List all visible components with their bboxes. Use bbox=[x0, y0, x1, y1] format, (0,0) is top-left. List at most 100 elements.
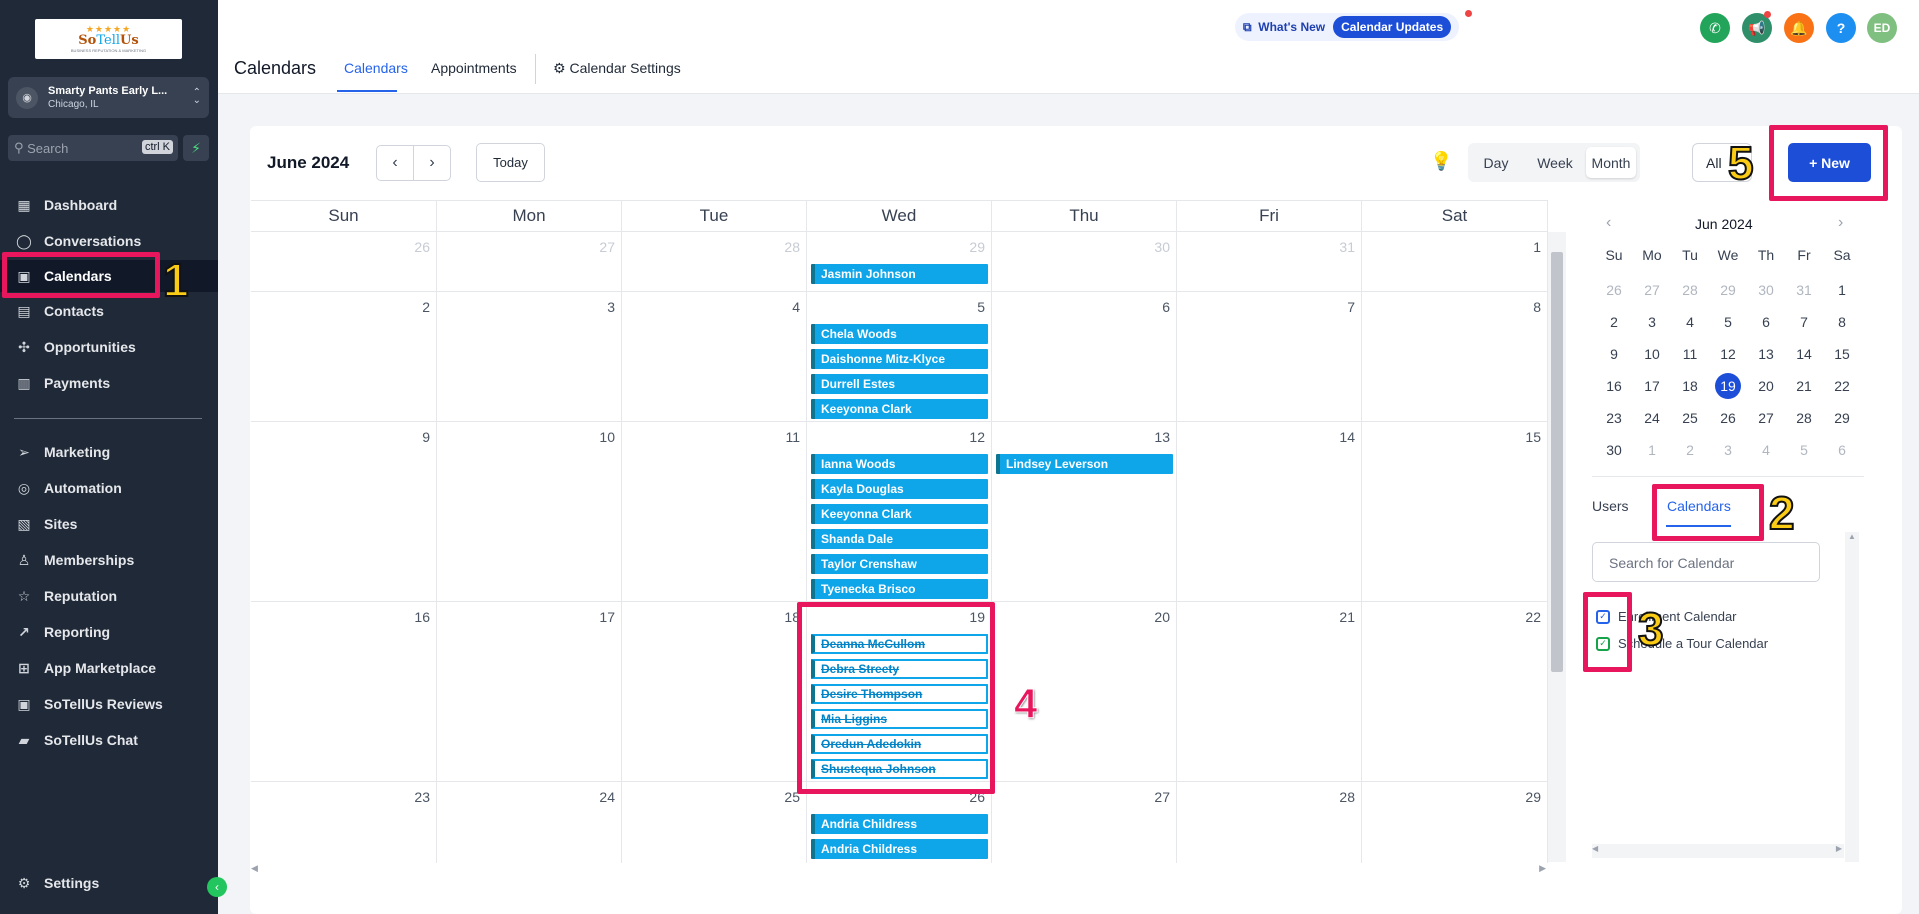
day-cell[interactable]: 31 bbox=[1177, 232, 1362, 292]
appointment-event[interactable]: Kayla Douglas bbox=[811, 479, 988, 499]
mini-day[interactable]: 1 bbox=[1827, 278, 1857, 302]
calendar-vertical-scrollbar[interactable] bbox=[1548, 232, 1566, 862]
day-cell[interactable]: 4 bbox=[622, 292, 807, 422]
appointment-event[interactable]: Keeyonna Clark bbox=[811, 504, 988, 524]
mini-day[interactable]: 31 bbox=[1789, 278, 1819, 302]
calendar-search-input[interactable]: Search for Calendar bbox=[1592, 542, 1820, 582]
sidebar-item-app-marketplace[interactable]: ⊞ App Marketplace bbox=[14, 656, 156, 680]
tab-users[interactable]: Users bbox=[1592, 498, 1629, 514]
sidebar-item-sites[interactable]: ▧ Sites bbox=[14, 512, 77, 536]
mini-day[interactable]: 4 bbox=[1751, 438, 1781, 462]
help-icon[interactable]: ? bbox=[1826, 13, 1856, 43]
mini-day[interactable]: 1 bbox=[1637, 438, 1667, 462]
mini-day[interactable]: 24 bbox=[1637, 406, 1667, 430]
sidebar-search[interactable]: ⚲ Search ctrl K bbox=[8, 135, 178, 161]
sidebar-item-payments[interactable]: ▥ Payments bbox=[14, 371, 110, 395]
collapse-sidebar-icon[interactable]: ‹ bbox=[207, 877, 227, 897]
sidebar-item-marketing[interactable]: ➢ Marketing bbox=[14, 440, 110, 464]
day-cell[interactable]: 2 bbox=[251, 292, 437, 422]
sidebar-item-reporting[interactable]: ↗ Reporting bbox=[14, 620, 110, 644]
mini-day[interactable]: 29 bbox=[1827, 406, 1857, 430]
day-cell[interactable]: 28 bbox=[622, 232, 807, 292]
mini-day[interactable]: 15 bbox=[1827, 342, 1857, 366]
mini-day[interactable]: 27 bbox=[1751, 406, 1781, 430]
mini-day[interactable]: 11 bbox=[1675, 342, 1705, 366]
mini-day[interactable]: 2 bbox=[1599, 310, 1629, 334]
bell-icon[interactable]: 🔔 bbox=[1784, 13, 1814, 43]
mini-day[interactable]: 28 bbox=[1789, 406, 1819, 430]
appointment-event[interactable]: Jasmin Johnson bbox=[811, 264, 988, 284]
tab-calendar-settings[interactable]: ⚙ Calendar Settings bbox=[553, 60, 681, 77]
mini-day[interactable]: 29 bbox=[1713, 278, 1743, 302]
day-cell[interactable]: 16 bbox=[251, 602, 437, 782]
day-cell[interactable]: 29 bbox=[1362, 782, 1548, 870]
mini-day[interactable]: 9 bbox=[1599, 342, 1629, 366]
mini-day[interactable]: 21 bbox=[1789, 374, 1819, 398]
mini-day[interactable]: 10 bbox=[1637, 342, 1667, 366]
phone-icon[interactable]: ✆ bbox=[1700, 13, 1730, 43]
day-cell[interactable]: 27 bbox=[992, 782, 1177, 870]
sidebar-item-conversations[interactable]: ◯ Conversations bbox=[14, 229, 141, 253]
mini-day[interactable]: 26 bbox=[1599, 278, 1629, 302]
appointment-event[interactable]: Keeyonna Clark bbox=[811, 399, 988, 419]
mini-prev-icon[interactable]: ‹ bbox=[1606, 214, 1611, 232]
account-switcher[interactable]: ◉ Smarty Pants Early L... Chicago, IL ⌃ ⌄ bbox=[8, 77, 209, 118]
appointment-event[interactable]: Ianna Woods bbox=[811, 454, 988, 474]
mini-day[interactable]: 18 bbox=[1675, 374, 1705, 398]
calendar-updates-badge[interactable]: Calendar Updates bbox=[1333, 16, 1452, 38]
mini-day[interactable]: 23 bbox=[1599, 406, 1629, 430]
sidebar-item-sotellus-reviews[interactable]: ▣ SoTellUs Reviews bbox=[14, 692, 162, 716]
mini-day[interactable]: 13 bbox=[1751, 342, 1781, 366]
prev-month-button[interactable]: ‹ bbox=[376, 145, 414, 181]
mini-day[interactable]: 6 bbox=[1751, 310, 1781, 334]
day-cell[interactable]: 8 bbox=[1362, 292, 1548, 422]
day-cell[interactable]: 6 bbox=[992, 292, 1177, 422]
day-cell[interactable]: 30 bbox=[992, 232, 1177, 292]
user-avatar[interactable]: ED bbox=[1867, 13, 1897, 43]
mini-day[interactable]: 3 bbox=[1713, 438, 1743, 462]
scrollbar-thumb[interactable] bbox=[1551, 252, 1563, 672]
day-cell[interactable]: 9 bbox=[251, 422, 437, 602]
sidebar-item-memberships[interactable]: ♙ Memberships bbox=[14, 548, 135, 572]
tab-appointments[interactable]: Appointments bbox=[431, 60, 517, 76]
appointment-event[interactable]: Shanda Dale bbox=[811, 529, 988, 549]
day-cell[interactable]: 3 bbox=[437, 292, 622, 422]
mini-day-selected[interactable]: 19 bbox=[1715, 373, 1741, 399]
day-cell[interactable]: 27 bbox=[437, 232, 622, 292]
mini-day[interactable]: 16 bbox=[1599, 374, 1629, 398]
panel-horizontal-scrollbar[interactable]: ◀ ▶ bbox=[1592, 844, 1844, 858]
mini-day[interactable]: 30 bbox=[1599, 438, 1629, 462]
view-day-button[interactable]: Day bbox=[1470, 147, 1522, 178]
sotellus-logo[interactable]: ★★★★★ SoTellUs BUSINESS REPUTATION & MAR… bbox=[35, 19, 182, 59]
mini-day[interactable]: 27 bbox=[1637, 278, 1667, 302]
lightbulb-icon[interactable]: 💡 bbox=[1430, 151, 1452, 172]
sidebar-item-dashboard[interactable]: ▦ Dashboard bbox=[14, 193, 117, 217]
sidebar-item-opportunities[interactable]: ✣ Opportunities bbox=[14, 335, 136, 359]
day-cell[interactable]: 28 bbox=[1177, 782, 1362, 870]
day-cell[interactable]: 18 bbox=[622, 602, 807, 782]
day-cell[interactable]: 23 bbox=[251, 782, 437, 870]
day-cell[interactable]: 13 bbox=[992, 422, 1177, 602]
day-cell[interactable]: 1 bbox=[1362, 232, 1548, 292]
day-cell[interactable]: 11 bbox=[622, 422, 807, 602]
appointment-event[interactable]: Chela Woods bbox=[811, 324, 988, 344]
mini-day[interactable]: 17 bbox=[1637, 374, 1667, 398]
panel-vertical-scrollbar[interactable]: ▲ bbox=[1845, 532, 1859, 862]
day-cell[interactable]: 21 bbox=[1177, 602, 1362, 782]
appointment-event[interactable]: Taylor Crenshaw bbox=[811, 554, 988, 574]
day-cell[interactable]: 26 bbox=[251, 232, 437, 292]
mini-day[interactable]: 30 bbox=[1751, 278, 1781, 302]
sidebar-item-sotellus-chat[interactable]: ▰ SoTellUs Chat bbox=[14, 728, 138, 752]
day-cell[interactable]: 15 bbox=[1362, 422, 1548, 602]
day-cell[interactable]: 17 bbox=[437, 602, 622, 782]
quick-actions-bolt-icon[interactable]: ⚡ bbox=[183, 135, 209, 161]
mini-day[interactable]: 7 bbox=[1789, 310, 1819, 334]
sidebar-item-contacts[interactable]: ▤ Contacts bbox=[14, 299, 104, 323]
appointment-event[interactable]: Andria Childress bbox=[811, 814, 988, 834]
day-cell[interactable]: 25 bbox=[622, 782, 807, 870]
appointment-event[interactable]: Tyenecka Brisco bbox=[811, 579, 988, 599]
mini-day[interactable]: 2 bbox=[1675, 438, 1705, 462]
sidebar-item-settings[interactable]: ⚙ Settings bbox=[14, 871, 100, 895]
view-week-button[interactable]: Week bbox=[1526, 147, 1584, 178]
whats-new-button[interactable]: ⧉ What's New Calendar Updates bbox=[1235, 13, 1460, 41]
